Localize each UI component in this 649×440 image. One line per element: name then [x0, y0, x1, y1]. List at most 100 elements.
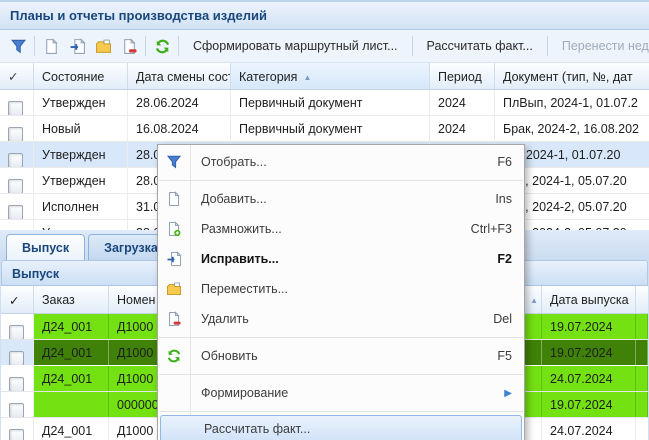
menu-separator [159, 180, 523, 181]
row-checkbox[interactable] [9, 351, 24, 365]
menu-item-shortcut: F2 [497, 252, 512, 266]
order-cell [34, 392, 109, 417]
column-header-date[interactable]: Дата смены сост [128, 63, 231, 89]
edit-document-icon [158, 251, 190, 267]
edit-button[interactable] [64, 34, 90, 58]
menu-item-label: Рассчитать факт... [204, 422, 509, 436]
menu-separator [159, 374, 523, 375]
filter-icon [10, 38, 27, 55]
row-check-cell [1, 314, 34, 339]
menu-item-label: Добавить... [201, 192, 495, 206]
order-cell: Д24_001 [34, 314, 109, 339]
menu-item-dobavit[interactable]: Добавить... Ins [158, 184, 524, 214]
row-checkbox[interactable] [8, 205, 23, 219]
toolbar-separator [34, 36, 35, 56]
filter-button[interactable] [5, 34, 31, 58]
move-folder-icon [158, 281, 190, 297]
period-cell: 2024 [430, 90, 495, 115]
toolbar-separator [412, 36, 413, 56]
menu-item-ispravit[interactable]: Исправить... F2 [158, 244, 524, 274]
menu-item-label: Обновить [201, 349, 497, 363]
order-cell: Д24_001 [34, 340, 109, 365]
menu-item-peremestit[interactable]: Переместить... [158, 274, 524, 304]
menu-item-label: Удалить [201, 312, 493, 326]
menu-item-label: Размножить... [201, 222, 471, 236]
delete-button[interactable] [116, 34, 142, 58]
row-check-cell [1, 366, 34, 391]
row-check-cell [0, 168, 34, 193]
toolbar-separator [547, 36, 548, 56]
row-check-cell [1, 418, 34, 440]
toolbar: Сформировать маршрутный лист... Рассчита… [0, 30, 649, 62]
row-checkbox[interactable] [9, 429, 24, 440]
form-route-sheet-button[interactable]: Сформировать маршрутный лист... [182, 39, 409, 53]
plans-table-header: ✓ Состояние Дата смены сост Категория ▲ П… [0, 62, 649, 90]
delete-document-icon [121, 38, 138, 55]
table-row[interactable]: Утвержден 28.06.2024 Первичный документ … [0, 90, 649, 116]
menu-item-obnovit[interactable]: Обновить F5 [158, 341, 524, 371]
column-header-order[interactable]: Заказ [34, 286, 109, 313]
calculate-fact-button[interactable]: Рассчитать факт... [416, 39, 544, 53]
row-checkbox[interactable] [8, 179, 23, 193]
state-cell: Утвержден [34, 220, 128, 230]
state-cell: Исполнен [34, 194, 128, 219]
app-window: Планы и отчеты производства изделий [0, 0, 649, 440]
refresh-icon [158, 348, 190, 364]
column-header-check[interactable]: ✓ [1, 286, 34, 313]
menu-item-shortcut: Del [493, 312, 512, 326]
add-document-icon [158, 191, 190, 207]
column-header-release-date[interactable]: Дата выпуска [542, 286, 636, 313]
state-cell: Новый [34, 116, 128, 141]
row-checkbox[interactable] [9, 325, 24, 339]
refresh-button[interactable] [149, 34, 175, 58]
row-checkbox[interactable] [8, 153, 23, 167]
row-check-cell [0, 116, 34, 141]
menu-item-shortcut: Ctrl+F3 [471, 222, 512, 236]
menu-item-otobrat[interactable]: Отобрать... F6 [158, 147, 524, 177]
document-cell: ПлВып, 2024-1, 01.07.2 [495, 90, 649, 115]
category-cell: Первичный документ [231, 90, 430, 115]
row-check-cell [1, 340, 34, 365]
release-date-cell: 24.07.2024 [542, 418, 636, 440]
release-date-cell: 19.07.2024 [542, 314, 636, 339]
move-button[interactable] [90, 34, 116, 58]
extra-cell [636, 314, 648, 339]
order-cell: Д24_001 [34, 366, 109, 391]
row-check-cell [0, 220, 34, 230]
extra-cell [636, 418, 648, 440]
column-header-document[interactable]: Документ (тип, №, дат [495, 63, 649, 89]
column-header-state[interactable]: Состояние [34, 63, 128, 89]
menu-item-udalit[interactable]: Удалить Del [158, 304, 524, 334]
menu-separator [159, 411, 523, 412]
filter-icon [158, 154, 190, 170]
tab-vypusk[interactable]: Выпуск [6, 234, 85, 260]
column-header-category-label: Категория [239, 70, 297, 84]
menu-item-label: Исправить... [201, 252, 497, 266]
transfer-button: Перенести нед [551, 39, 649, 53]
order-cell: Д24_001 [34, 418, 109, 440]
period-cell: 2024 [430, 116, 495, 141]
menu-item-razmnozhit[interactable]: Размножить... Ctrl+F3 [158, 214, 524, 244]
row-check-cell [0, 142, 34, 167]
date-cell: 16.08.2024 [128, 116, 231, 141]
column-header-category[interactable]: Категория ▲ [231, 63, 430, 89]
document-cell: Брак, 2024-2, 16.08.202 [495, 116, 649, 141]
toolbar-separator [145, 36, 146, 56]
row-checkbox[interactable] [9, 377, 24, 391]
add-document-icon [43, 38, 60, 55]
row-checkbox[interactable] [8, 101, 23, 115]
menu-item-formirovanie[interactable]: Формирование ▶ [158, 378, 524, 408]
sort-asc-icon: ▲ [303, 73, 311, 82]
date-cell: 28.06.2024 [128, 90, 231, 115]
row-check-cell [1, 392, 34, 417]
state-cell: Утвержден [34, 90, 128, 115]
category-cell: Первичный документ [231, 116, 430, 141]
row-checkbox[interactable] [9, 403, 24, 417]
menu-item-rasschitat-fakt[interactable]: Рассчитать факт... [160, 415, 522, 440]
table-row[interactable]: Новый 16.08.2024 Первичный документ 2024… [0, 116, 649, 142]
add-button[interactable] [38, 34, 64, 58]
column-header-period[interactable]: Период [430, 63, 495, 89]
extra-cell [636, 392, 648, 417]
row-checkbox[interactable] [8, 127, 23, 141]
column-header-check[interactable]: ✓ [0, 63, 34, 89]
